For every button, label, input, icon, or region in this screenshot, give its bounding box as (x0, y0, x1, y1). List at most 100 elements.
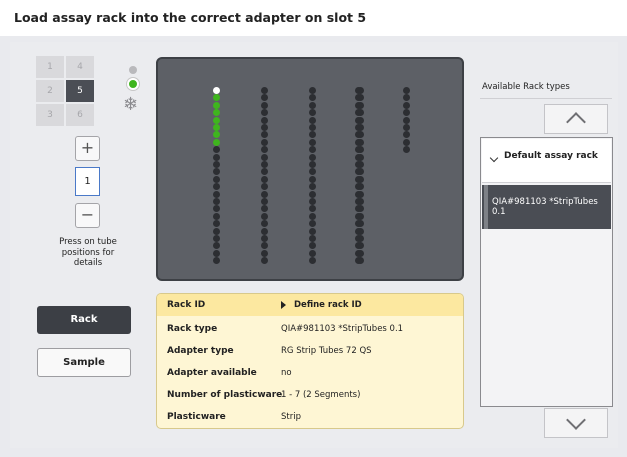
rack-view[interactable] (156, 57, 464, 281)
tube-position[interactable] (309, 198, 316, 205)
tube-position[interactable] (213, 235, 220, 242)
tube-position[interactable] (261, 168, 268, 176)
tube-position[interactable] (213, 168, 220, 176)
tube-position[interactable] (309, 116, 316, 124)
tube-position[interactable] (403, 138, 410, 146)
tube-position[interactable] (213, 198, 220, 205)
tube-position-loaded[interactable] (213, 138, 220, 146)
tube-position[interactable] (309, 146, 316, 154)
tube-position[interactable] (309, 205, 316, 213)
tube-position[interactable] (403, 131, 410, 139)
rack-types-list[interactable]: Default assay rack QIA#981103 *StripTube… (480, 137, 613, 407)
tube-position[interactable] (309, 131, 316, 139)
tube-position[interactable] (261, 175, 268, 183)
tube-position[interactable] (355, 198, 362, 205)
tube-position[interactable] (355, 124, 362, 131)
tube-position[interactable] (261, 131, 268, 139)
tube-position[interactable] (403, 116, 410, 124)
tube-position[interactable] (213, 146, 220, 154)
tube-position[interactable] (261, 242, 268, 250)
define-rack-id-link[interactable]: Define rack ID (294, 300, 362, 310)
tube-position[interactable] (261, 146, 268, 154)
tube-position[interactable] (213, 175, 220, 183)
info-row-rack-id[interactable]: Rack ID Define rack ID (157, 294, 463, 316)
tube-position[interactable] (309, 220, 316, 228)
position-value-field[interactable]: 1 (75, 167, 100, 196)
increment-button[interactable]: + (75, 136, 100, 161)
tube-position[interactable] (355, 175, 362, 183)
tube-position-loaded[interactable] (213, 94, 220, 102)
tube-position[interactable] (261, 205, 268, 213)
tube-position[interactable] (355, 161, 362, 168)
tube-position[interactable] (261, 249, 268, 257)
tube-position[interactable] (403, 109, 410, 117)
tube-position[interactable] (309, 212, 316, 220)
tube-position[interactable] (309, 153, 316, 161)
tube-position[interactable] (309, 235, 316, 242)
tube-position[interactable] (213, 242, 220, 250)
tube-position[interactable] (261, 94, 268, 102)
tube-position[interactable] (309, 190, 316, 198)
tube-position[interactable] (213, 161, 220, 168)
tube-position[interactable] (309, 249, 316, 257)
rack-button[interactable]: Rack (37, 306, 131, 334)
tube-position[interactable] (261, 212, 268, 220)
tube-position[interactable] (261, 190, 268, 198)
tube-position[interactable] (355, 101, 362, 109)
tube-position[interactable] (403, 101, 410, 109)
tube-position[interactable] (261, 109, 268, 117)
scroll-up-button[interactable] (544, 104, 608, 134)
tube-position-first[interactable] (213, 87, 220, 94)
tube-position[interactable] (309, 124, 316, 131)
tube-position[interactable] (355, 138, 362, 146)
tube-position[interactable] (355, 235, 362, 242)
tube-position-loaded[interactable] (213, 101, 220, 109)
tube-position[interactable] (261, 101, 268, 109)
tube-position[interactable] (309, 138, 316, 146)
tube-position[interactable] (261, 183, 268, 191)
tube-position[interactable] (213, 153, 220, 161)
tube-position[interactable] (261, 220, 268, 228)
tube-position-loaded[interactable] (213, 116, 220, 124)
tube-position[interactable] (213, 212, 220, 220)
sample-button[interactable]: Sample (37, 348, 131, 377)
tube-position[interactable] (309, 94, 316, 102)
tube-position[interactable] (261, 198, 268, 205)
tube-position[interactable] (309, 168, 316, 176)
tube-position[interactable] (403, 146, 410, 154)
tube-position[interactable] (403, 94, 410, 102)
tube-position-loaded[interactable] (213, 124, 220, 131)
tube-position[interactable] (261, 235, 268, 242)
tube-position[interactable] (355, 116, 362, 124)
tube-position[interactable] (309, 175, 316, 183)
tube-position[interactable] (355, 249, 362, 257)
tube-position-loaded[interactable] (213, 109, 220, 117)
tube-position[interactable] (213, 249, 220, 257)
tube-position[interactable] (309, 101, 316, 109)
tube-position[interactable] (355, 190, 362, 198)
tube-position[interactable] (261, 161, 268, 168)
tube-position[interactable] (213, 190, 220, 198)
list-group-header[interactable]: Default assay rack (482, 139, 611, 183)
tube-position[interactable] (213, 257, 220, 265)
tube-position[interactable] (309, 87, 316, 94)
tube-position[interactable] (309, 227, 316, 235)
tube-position[interactable] (355, 153, 362, 161)
tube-position[interactable] (309, 161, 316, 168)
tube-position[interactable] (261, 87, 268, 94)
tube-position[interactable] (213, 183, 220, 191)
tube-position-loaded[interactable] (213, 131, 220, 139)
tube-position[interactable] (261, 153, 268, 161)
tube-position[interactable] (213, 227, 220, 235)
tube-position[interactable] (261, 116, 268, 124)
scroll-down-button[interactable] (544, 408, 608, 438)
tube-position[interactable] (403, 87, 410, 94)
tube-position[interactable] (309, 242, 316, 250)
tube-position[interactable] (261, 227, 268, 235)
decrement-button[interactable]: − (75, 203, 100, 228)
tube-position[interactable] (261, 124, 268, 131)
tube-position[interactable] (261, 257, 268, 265)
tube-position[interactable] (309, 183, 316, 191)
list-item-selected[interactable]: QIA#981103 *StripTubes 0.1 (482, 185, 611, 229)
tube-position[interactable] (213, 220, 220, 228)
